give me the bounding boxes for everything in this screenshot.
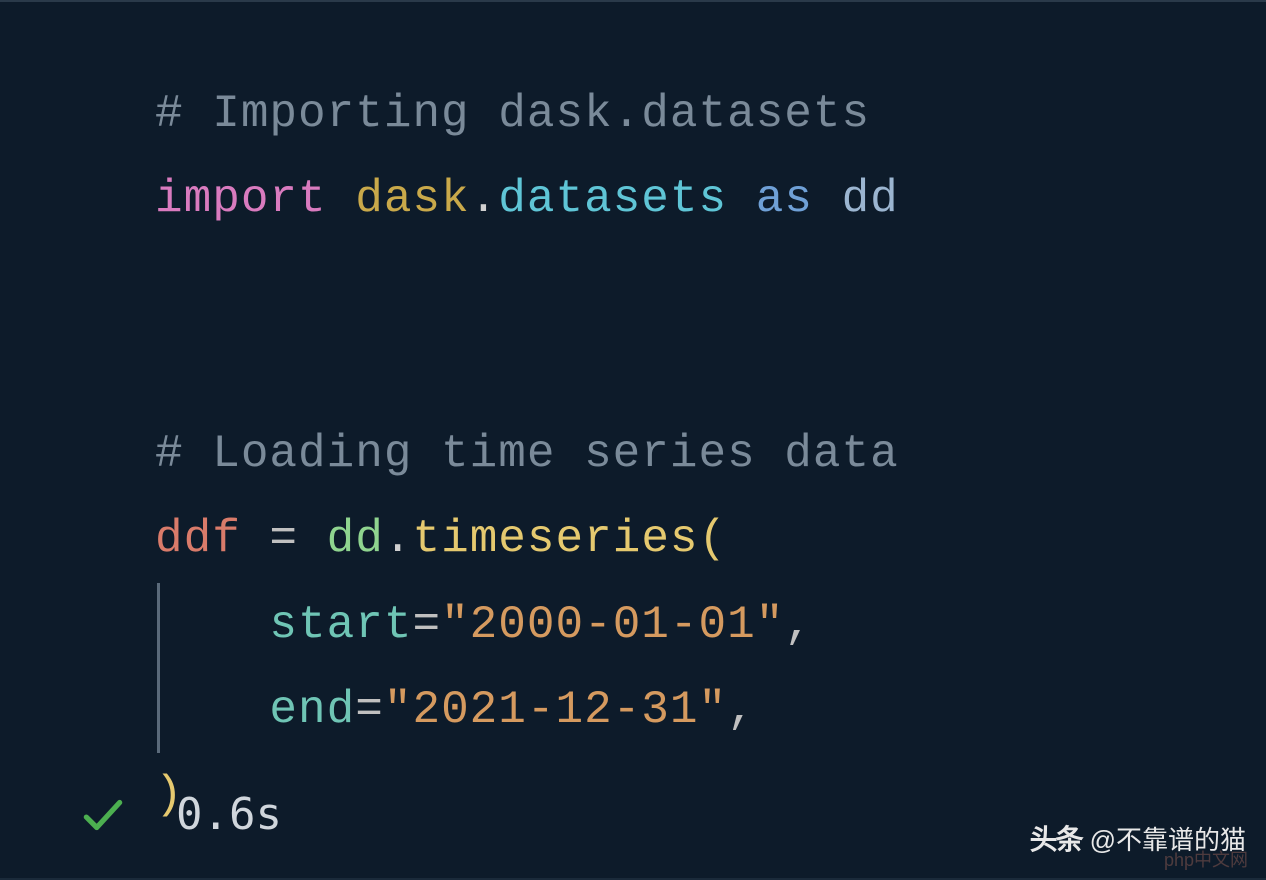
module-dot: . <box>470 173 499 225</box>
comma-1: , <box>784 599 813 651</box>
alias-dd: dd <box>842 173 899 225</box>
assign-op: = <box>241 513 327 565</box>
variable-ddf: ddf <box>155 513 241 565</box>
comma-2: , <box>727 684 756 736</box>
module-dask: dask <box>355 173 469 225</box>
keyword-import: import <box>155 173 327 225</box>
object-dd: dd <box>327 513 384 565</box>
equals-1: = <box>412 599 441 651</box>
param-end: end <box>269 684 355 736</box>
code-block: # Importing dask.datasets import dask.da… <box>155 72 1266 838</box>
module-datasets: datasets <box>498 173 727 225</box>
toutiao-logo: 头条 <box>1030 818 1082 858</box>
indent-guide <box>157 668 160 753</box>
param-start: start <box>269 599 412 651</box>
comment-line-2: # Loading time series data <box>155 428 899 480</box>
function-timeseries: timeseries <box>412 513 698 565</box>
indent-guide <box>157 583 160 668</box>
keyword-as: as <box>756 173 813 225</box>
call-dot: . <box>384 513 413 565</box>
string-end-date: "2021-12-31" <box>384 684 727 736</box>
execution-time: 0.6s <box>176 789 282 840</box>
execution-status: 0.6s <box>78 789 282 840</box>
equals-2: = <box>355 684 384 736</box>
code-frame: # Importing dask.datasets import dask.da… <box>0 0 1266 880</box>
string-start-date: "2000-01-01" <box>441 599 784 651</box>
comment-line-1: # Importing dask.datasets <box>155 88 870 140</box>
checkmark-icon <box>78 790 128 840</box>
watermark: php中文网 <box>1164 846 1248 872</box>
open-paren: ( <box>699 513 728 565</box>
